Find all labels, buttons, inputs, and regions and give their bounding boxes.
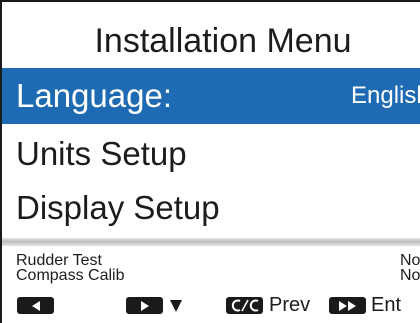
left-arrow-icon xyxy=(31,300,40,311)
left-arrow-key[interactable] xyxy=(17,297,54,314)
prev-label: Prev xyxy=(269,294,311,316)
status-compass-calib: Compass Calib No xyxy=(16,267,420,285)
clear-key[interactable] xyxy=(226,297,263,314)
status-label: Compass Calib xyxy=(16,267,125,284)
enter-key[interactable] xyxy=(329,297,366,314)
divider xyxy=(2,238,420,246)
double-right-arrow-icon xyxy=(338,300,356,311)
menu-item-display-setup[interactable]: Display Setup xyxy=(2,180,420,236)
right-arrow-key[interactable] xyxy=(126,297,163,314)
installation-menu-screen: Installation Menu Language: English Unit… xyxy=(0,0,420,323)
softkey-bar: Prev Ent xyxy=(0,287,420,323)
status-value: No xyxy=(400,267,420,284)
menu-item-label: Language: xyxy=(16,77,172,114)
down-arrow-icon xyxy=(170,300,182,312)
menu-item-label: Units Setup xyxy=(16,135,187,172)
clear-key-icon xyxy=(231,299,258,312)
menu-item-units-setup[interactable]: Units Setup xyxy=(2,126,420,182)
right-arrow-icon xyxy=(140,300,149,311)
enter-label: Ent xyxy=(371,294,402,316)
language-value: English xyxy=(351,82,420,109)
menu-item-label: Display Setup xyxy=(16,189,220,226)
menu-item-language[interactable]: Language: English xyxy=(2,68,420,124)
